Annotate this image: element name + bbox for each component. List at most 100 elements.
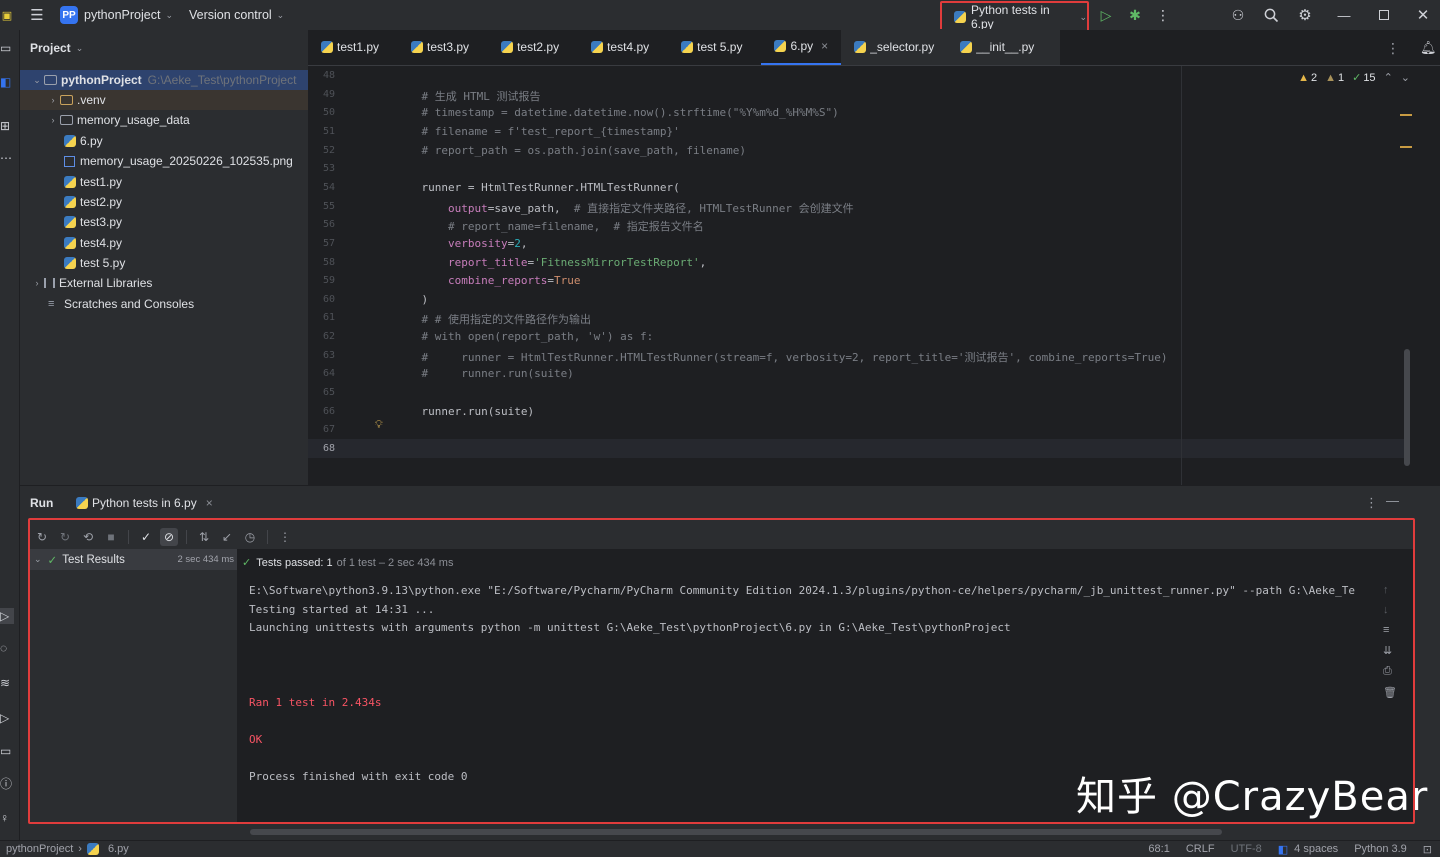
chevron-down-icon[interactable]: ⌄ <box>1401 71 1410 84</box>
code-line[interactable]: # with open(report_path, 'w') as f: <box>395 330 653 343</box>
line-separator[interactable]: CRLF <box>1186 843 1215 855</box>
code-line[interactable]: # runner = HtmlTestRunner.HTMLTestRunner… <box>395 349 1167 365</box>
tab-test2[interactable]: test2.py <box>488 29 572 65</box>
plugins-tool-icon[interactable]: ⊞ <box>0 118 14 134</box>
console-horizontal-scrollbar[interactable] <box>250 829 1222 835</box>
tab-selector[interactable]: _selector.py <box>841 29 948 65</box>
line-number: 65 <box>322 387 335 399</box>
debug-icon[interactable]: ✱ <box>1125 0 1145 30</box>
services-icon[interactable]: ▷ <box>0 710 14 726</box>
interpreter[interactable]: Python 3.9 <box>1354 843 1407 855</box>
close-icon[interactable]: ✕ <box>1415 0 1431 30</box>
highlight-box <box>28 518 1415 824</box>
tree-item-memory-usage-data[interactable]: › memory_usage_data <box>20 110 308 130</box>
check-icon: ✓ <box>1352 72 1362 84</box>
code-line[interactable]: output=save_path, # 直接指定文件夹路径, HTMLTestR… <box>395 200 854 216</box>
run-more-icon[interactable]: ⋮ <box>1365 495 1378 511</box>
tab-test3[interactable]: test3.py <box>398 29 482 65</box>
git-icon[interactable]: ♀ <box>0 810 14 826</box>
code-line[interactable]: # timestamp = datetime.datetime.now().st… <box>395 106 838 119</box>
tree-item-root[interactable]: ⌄ pythonProject G:\Aeke_Test\pythonProje… <box>20 70 308 90</box>
tree-item-file[interactable]: test2.py <box>20 192 308 212</box>
lightbulb-icon[interactable]: 💡︎ <box>375 419 383 432</box>
warning-marker[interactable] <box>1400 114 1412 116</box>
more-tools-icon[interactable]: ⋯ <box>0 150 14 166</box>
chevron-right-icon: › <box>78 843 82 855</box>
problems-icon[interactable]: ⓘ <box>0 776 14 792</box>
code-line[interactable]: ) <box>395 293 428 306</box>
more-icon[interactable]: ⋮ <box>1155 0 1171 30</box>
search-icon[interactable] <box>1261 0 1281 30</box>
code-line[interactable]: runner = HtmlTestRunner.HTMLTestRunner( <box>395 181 679 194</box>
version-control-menu[interactable]: Version control ⌄ <box>189 8 284 22</box>
breadcrumb-file[interactable]: 6.py <box>108 843 129 855</box>
settings-icon[interactable]: ⚙ <box>1295 0 1315 30</box>
project-panel-header[interactable]: Project ⌄ <box>20 30 308 66</box>
tree-item-external-libraries[interactable]: › External Libraries <box>20 273 308 293</box>
expand-arrow-icon[interactable]: ⌄ <box>30 75 44 86</box>
terminal-icon[interactable]: ▭ <box>0 743 14 759</box>
code-line[interactable]: verbosity=2, <box>395 237 527 250</box>
tab-6py[interactable]: 6.py × <box>761 29 842 65</box>
run-tool-icon[interactable]: ▷ <box>0 608 14 624</box>
close-tab-icon[interactable]: × <box>821 39 828 53</box>
lock-icon[interactable]: ⊡ <box>1423 843 1432 856</box>
code-line[interactable]: # 生成 HTML 测试报告 <box>395 88 540 104</box>
close-tab-icon[interactable]: × <box>206 496 213 510</box>
tree-item-file[interactable]: test1.py <box>20 172 308 192</box>
hide-panel-icon[interactable]: — <box>1386 493 1399 508</box>
title-bar: ▣ ☰ PP pythonProject ⌄ Version control ⌄… <box>0 0 1440 33</box>
expand-arrow-icon[interactable]: › <box>30 278 44 288</box>
code-line[interactable]: # report_name=filename, # 指定报告文件名 <box>395 218 704 234</box>
tree-item-venv[interactable]: › .venv <box>20 90 308 110</box>
code-line[interactable]: # filename = f'test_report_{timestamp}' <box>395 125 679 138</box>
tabs-more-icon[interactable]: ⋮ <box>1386 40 1400 57</box>
tree-item-file[interactable]: test3.py <box>20 212 308 232</box>
layers-icon[interactable]: ≋ <box>0 675 14 691</box>
folder-icon <box>60 115 73 125</box>
tree-item-file[interactable]: test4.py <box>20 233 308 253</box>
warning-marker[interactable] <box>1400 146 1412 148</box>
code-line[interactable]: # runner.run(suite) <box>395 367 573 380</box>
tree-item-file[interactable]: 6.py <box>20 131 308 151</box>
structure-tool-icon[interactable]: ◧ <box>0 74 14 90</box>
expand-arrow-icon[interactable]: › <box>46 115 60 125</box>
run-tab[interactable]: Python tests in 6.py × <box>76 496 213 510</box>
notifications-icon[interactable]: 🔔︎ <box>1420 40 1437 56</box>
tree-item-file[interactable]: memory_usage_20250226_102535.png <box>20 151 308 171</box>
inspections-widget[interactable]: ▲ 2 ▲ 1 ✓ 15 ⌃ ⌄ <box>1298 71 1410 85</box>
tab-test1[interactable]: test1.py <box>308 29 392 65</box>
tab-label: test1.py <box>337 40 380 54</box>
project-panel: Project ⌄ ⌄ pythonProject G:\Aeke_Test\p… <box>20 30 308 485</box>
add-user-icon[interactable]: ⚇ <box>1228 0 1248 30</box>
code-line[interactable]: # # 使用指定的文件路径作为输出 <box>395 311 591 327</box>
project-tool-icon[interactable]: ▭ <box>0 40 14 56</box>
breadcrumb-project[interactable]: pythonProject <box>6 843 73 855</box>
file-encoding[interactable]: UTF-8 <box>1231 843 1262 855</box>
tab-init[interactable]: __init__.py <box>947 29 1061 65</box>
python-packages-icon[interactable]: ◌ <box>0 640 14 656</box>
tab-test4[interactable]: test4.py <box>578 29 662 65</box>
chevron-up-icon[interactable]: ⌃ <box>1384 71 1393 84</box>
editor-scrollbar[interactable] <box>1404 349 1410 466</box>
tree-item-file[interactable]: test 5.py <box>20 253 308 273</box>
cursor-position[interactable]: 68:1 <box>1148 843 1169 855</box>
run-button[interactable]: ▷ <box>1096 0 1116 30</box>
code-line[interactable]: # report_path = os.path.join(save_path, … <box>395 144 746 157</box>
tab-test5[interactable]: test 5.py <box>668 29 755 65</box>
project-switcher[interactable]: PP pythonProject ⌄ <box>60 6 173 24</box>
code-line[interactable]: combine_reports=True <box>395 274 580 287</box>
expand-arrow-icon[interactable]: › <box>46 95 60 105</box>
hamburger-menu-icon[interactable]: ☰ <box>26 4 48 26</box>
python-icon <box>501 41 514 53</box>
tree-item-scratches[interactable]: ≡ Scratches and Consoles <box>20 294 308 314</box>
minimize-icon[interactable]: — <box>1336 0 1352 30</box>
code-editor[interactable]: 48 49 50 51 52 53 54 55 56 57 58 59 60 61 62 63 64 65 66 67… <box>308 66 1440 485</box>
maximize-icon[interactable] <box>1376 0 1392 30</box>
tree-item-label: test 5.py <box>80 256 126 270</box>
indent-icon: ◧ <box>1277 843 1289 856</box>
code-line[interactable]: report_title='FitnessMirrorTestReport', <box>395 256 706 269</box>
tab-label: __init__.py <box>976 40 1035 54</box>
code-line[interactable]: runner.run(suite) <box>395 405 534 418</box>
indent-setting[interactable]: 4 spaces <box>1294 843 1338 855</box>
